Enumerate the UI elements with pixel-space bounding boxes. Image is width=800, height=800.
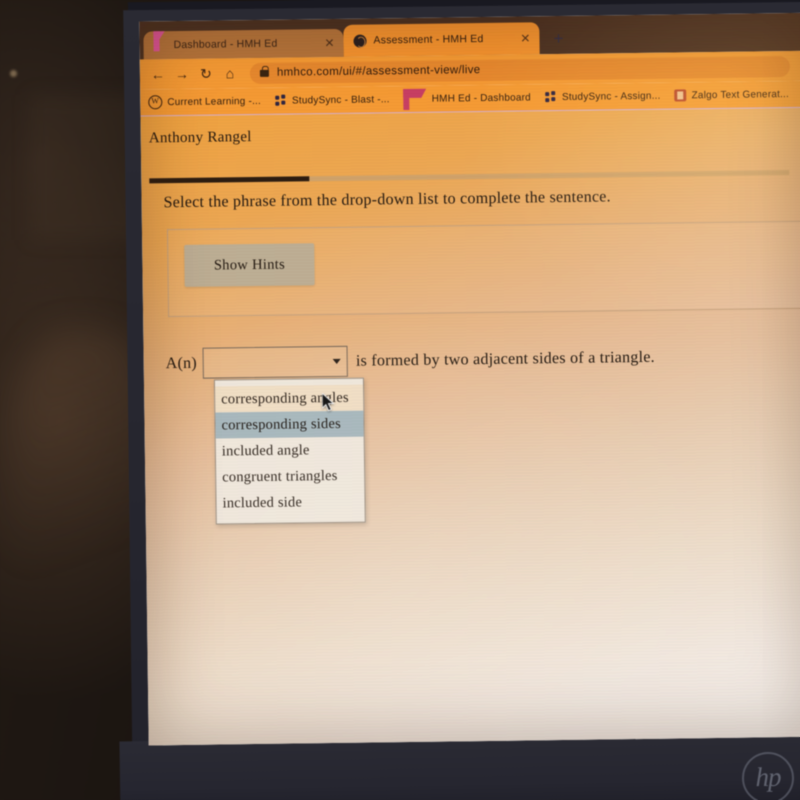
bookmark-studysync-assign[interactable]: StudySync - Assign... — [544, 90, 661, 104]
bookmark-label: HMH Ed - Dashboard — [431, 91, 531, 105]
tab-label: Assessment - HMH Ed — [373, 32, 484, 47]
bookmark-hmh-ed-dashboard[interactable]: HMH Ed - Dashboard — [403, 86, 531, 111]
show-hints-button[interactable]: Show Hints — [184, 243, 315, 287]
chevron-down-icon — [332, 358, 341, 364]
four-dots-icon — [544, 91, 557, 103]
tab-close-icon[interactable]: ✕ — [517, 31, 533, 45]
dropdown-option[interactable]: included side — [216, 489, 364, 517]
instruction-text: Select the phrase from the drop-down lis… — [163, 188, 611, 212]
bookmark-studysync-blast[interactable]: StudySync - Blast -... — [274, 93, 390, 107]
bookmark-current-learning[interactable]: W Current Learning -... — [148, 94, 262, 110]
ambient-light-dot — [10, 70, 17, 77]
new-tab-button[interactable]: + — [547, 28, 569, 50]
reload-icon[interactable]: ↻ — [194, 65, 218, 82]
bookmark-label: StudySync - Assign... — [561, 90, 661, 103]
browser-window: Dashboard - HMH Ed ✕ Assessment - HMH Ed… — [139, 12, 800, 746]
answer-dropdown-list[interactable]: corresponding angles corresponding sides… — [213, 377, 366, 525]
dropdown-option[interactable]: congruent triangles — [216, 463, 364, 491]
hints-panel: Show Hints — [166, 220, 800, 318]
tab-dashboard[interactable]: Dashboard - HMH Ed ✕ — [143, 28, 344, 60]
book-icon — [674, 89, 687, 102]
four-dots-icon — [274, 94, 287, 107]
bookmark-label: Zalgo Text Generat... — [691, 88, 790, 101]
home-icon[interactable]: ⌂ — [218, 65, 242, 81]
triangle-favicon — [153, 29, 166, 52]
triangle-icon — [403, 88, 427, 111]
globe-favicon — [353, 34, 367, 48]
lock-icon — [259, 69, 269, 77]
sentence-prefix: A(n) — [165, 354, 198, 372]
sentence-suffix: is formed by two adjacent sides of a tri… — [355, 348, 655, 370]
student-name: Anthony Rangel — [148, 129, 252, 147]
photo-of-laptop-screen: hp Dashboard - HMH Ed ✕ Assessment - HMH… — [0, 0, 800, 800]
back-icon[interactable]: ← — [146, 66, 170, 82]
forward-icon[interactable]: → — [170, 66, 194, 82]
address-bar[interactable]: hmhco.com/ui/#/assessment-view/live — [249, 55, 791, 84]
dropdown-option[interactable]: corresponding angles — [215, 384, 364, 413]
tab-close-icon[interactable]: ✕ — [321, 36, 337, 50]
bookmark-label: Current Learning -... — [167, 95, 262, 108]
tab-label: Dashboard - HMH Ed — [173, 37, 278, 52]
answer-select[interactable] — [202, 345, 349, 379]
bookmark-zalgo-text-generator[interactable]: Zalgo Text Generat... — [674, 88, 790, 102]
dropdown-option[interactable]: included angle — [216, 437, 364, 465]
assessment-page: Anthony Rangel Select the phrase from th… — [140, 107, 800, 746]
tab-assessment[interactable]: Assessment - HMH Ed ✕ — [343, 22, 540, 57]
progress-bar — [149, 170, 790, 184]
dropdown-option[interactable]: corresponding sides — [215, 410, 364, 439]
w-circle-icon: W — [148, 95, 163, 110]
bookmark-label: StudySync - Blast -... — [291, 93, 390, 107]
hp-logo: hp — [741, 751, 795, 800]
progress-bar-fill — [149, 176, 310, 184]
address-bar-url: hmhco.com/ui/#/assessment-view/live — [276, 64, 481, 79]
answer-sentence: A(n) is formed by two adjacent sides of … — [166, 342, 656, 379]
